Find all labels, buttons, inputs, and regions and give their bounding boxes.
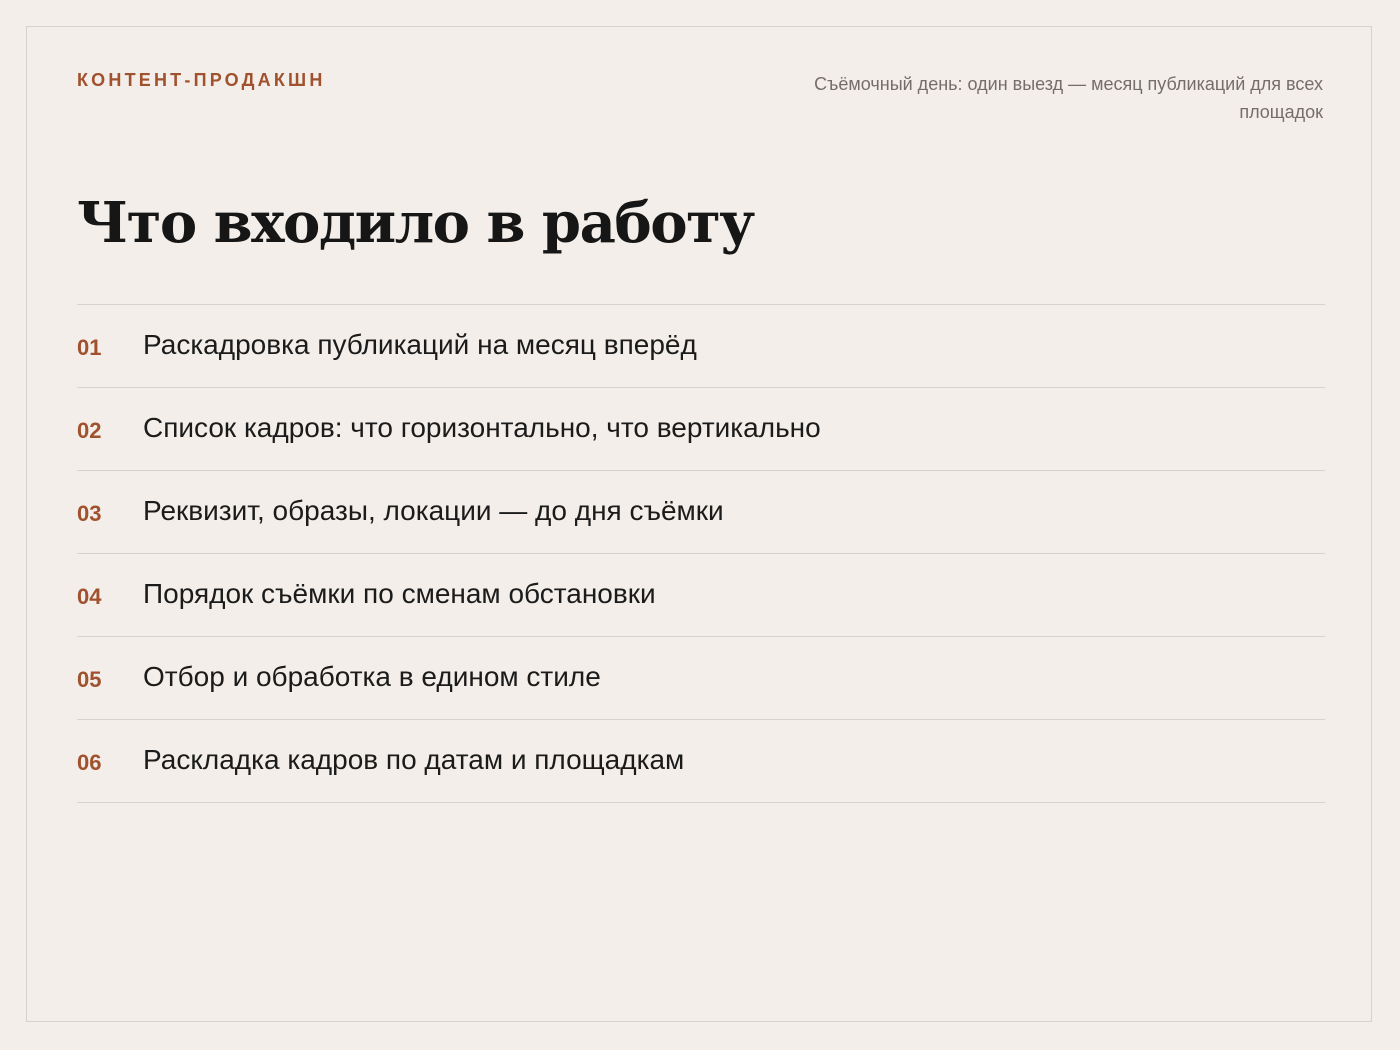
item-text: Список кадров: что горизонтально, что ве… [143,412,821,443]
item-number: 03 [77,501,102,526]
item-number: 05 [77,667,102,692]
list-item: 05 Отбор и обработка в едином стиле [77,637,1325,720]
list-item: 06 Раскладка кадров по датам и площадкам [77,720,1325,803]
item-text: Отбор и обработка в едином стиле [143,661,601,692]
item-number: 01 [77,335,102,360]
slide: КОНТЕНТ-ПРОДАКШН Съёмочный день: один вы… [26,26,1372,1022]
page-title: Что входило в работу [77,190,755,256]
list-item: 04 Порядок съёмки по сменам обстановки [77,554,1325,637]
header-caption: Съёмочный день: один выезд — месяц публи… [814,74,1323,122]
list-item: 02 Список кадров: что горизонтально, что… [77,388,1325,471]
item-text: Раскладка кадров по датам и площадкам [143,744,685,775]
item-text: Реквизит, образы, локации — до дня съёмк… [143,495,724,526]
item-number: 06 [77,750,102,775]
list-item: 03 Реквизит, образы, локации — до дня съ… [77,471,1325,554]
section-eyebrow: КОНТЕНТ-ПРОДАКШН [77,70,326,90]
item-number: 02 [77,418,102,443]
work-items-list: 01 Раскадровка публикаций на месяц вперё… [77,304,1325,803]
item-text: Раскадровка публикаций на месяц вперёд [143,329,697,360]
item-text: Порядок съёмки по сменам обстановки [143,578,656,609]
item-number: 04 [77,584,102,609]
list-item: 01 Раскадровка публикаций на месяц вперё… [77,305,1325,388]
